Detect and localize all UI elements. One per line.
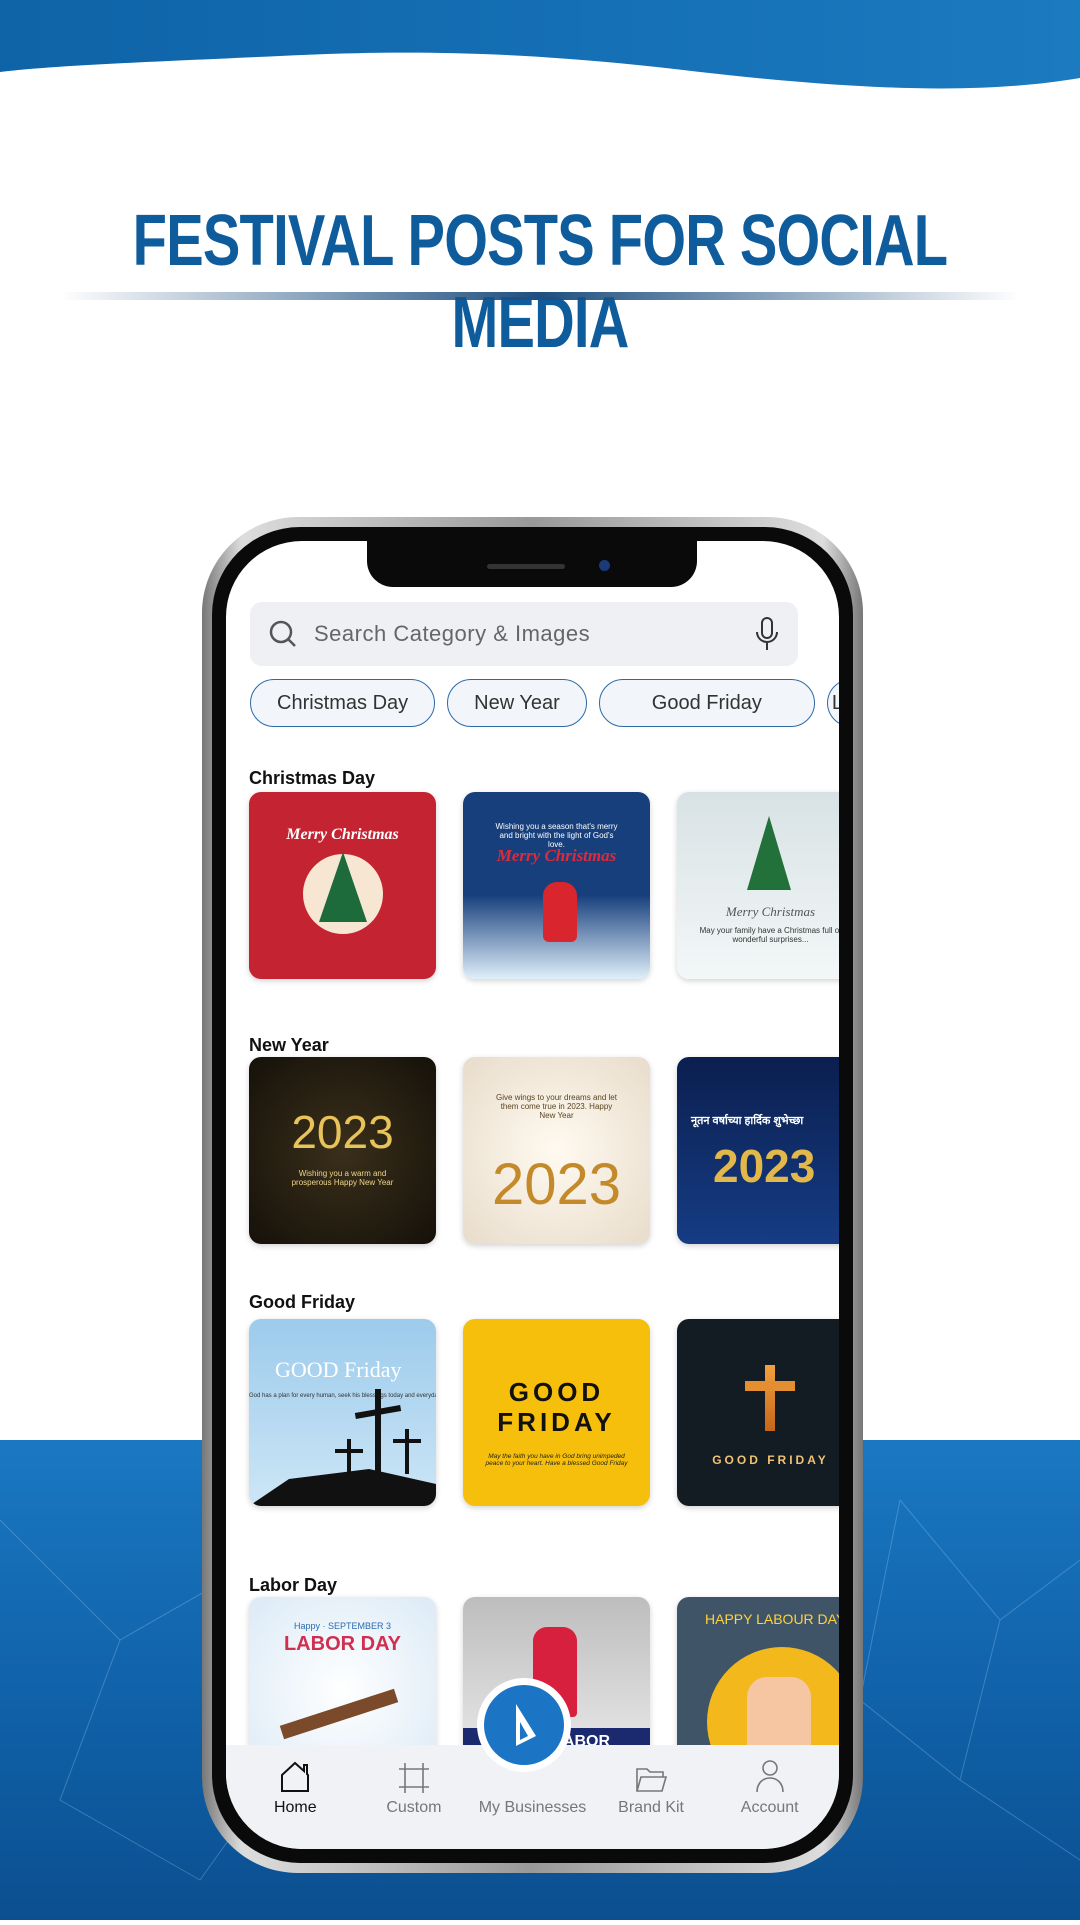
nav-home[interactable]: Home — [240, 1759, 350, 1817]
thumb-row-good-friday: GOOD Friday God has a plan for every hum… — [249, 1319, 839, 1506]
headline: FESTIVAL POSTS FOR SOCIAL MEDIA — [132, 201, 948, 363]
chip-good-friday[interactable]: Good Friday — [598, 679, 815, 727]
christmas-tree-icon — [747, 816, 791, 890]
hammer-illustration — [279, 1688, 399, 1740]
headline-underline — [60, 292, 1020, 300]
section-title-new-year: New Year — [249, 1035, 329, 1055]
template-thumb[interactable]: Give wings to your dreams and let them c… — [463, 1057, 650, 1244]
category-chips: Christmas Day New Year Good Friday L — [250, 679, 839, 727]
template-thumb[interactable]: Merry Christmas — [249, 792, 436, 979]
nav-home-label: Home — [273, 1799, 317, 1816]
top-wave-decoration — [0, 0, 1080, 89]
logo-icon — [516, 1704, 536, 1746]
chip-christmas-day[interactable]: Christmas Day — [250, 679, 436, 727]
chip-labor-day[interactable]: L — [826, 679, 839, 727]
home-icon — [281, 1761, 310, 1792]
notch — [367, 541, 697, 587]
nav-brand-kit-label: Brand Kit — [618, 1799, 684, 1816]
template-thumb[interactable]: GOOD Friday God has a plan for every hum… — [249, 1319, 436, 1506]
chip-new-year[interactable]: New Year — [447, 679, 587, 727]
section-title-good-friday: Good Friday — [249, 1292, 356, 1312]
santa-illustration — [543, 882, 577, 942]
search-input[interactable]: Search Category & Images — [314, 621, 754, 647]
template-thumb[interactable]: नूतन वर्षाच्या हार्दिक शुभेच्छा 2023 — [677, 1057, 839, 1244]
template-thumb[interactable]: GOOD FRIDAY May the faith you have in Go… — [463, 1319, 650, 1506]
nav-my-businesses-label: My Businesses — [478, 1799, 587, 1816]
template-thumb[interactable]: Merry Christmas May your family have a C… — [677, 792, 839, 979]
nav-custom[interactable]: Custom — [359, 1759, 469, 1817]
christmas-tree-icon — [319, 852, 367, 922]
nav-custom-label: Custom — [386, 1799, 442, 1816]
search-bar[interactable]: Search Category & Images — [250, 602, 798, 666]
user-icon — [755, 1760, 784, 1793]
nav-account-label: Account — [740, 1799, 799, 1816]
thumb-row-christmas: Merry Christmas Wishing you a season tha… — [249, 792, 839, 979]
thumb-row-new-year: 2023 Wishing you a warm and prosperous H… — [249, 1057, 839, 1244]
nav-brand-kit[interactable]: Brand Kit — [596, 1759, 706, 1817]
nav-account[interactable]: Account — [715, 1759, 825, 1817]
cross-icon — [765, 1365, 775, 1431]
search-icon — [269, 620, 296, 647]
template-thumb[interactable]: 2023 Wishing you a warm and prosperous H… — [249, 1057, 436, 1244]
crop-icon — [398, 1763, 429, 1793]
folder-icon — [636, 1768, 668, 1792]
template-thumb[interactable]: Wishing you a season that's merry and br… — [463, 792, 650, 979]
my-businesses-fab[interactable] — [484, 1685, 564, 1765]
crosses-silhouette — [249, 1389, 436, 1506]
section-title-christmas: Christmas Day — [249, 768, 376, 788]
app-screen: Search Category & Images Christmas Day Ne… — [226, 541, 839, 1849]
microphone-icon[interactable] — [754, 616, 780, 652]
phone-mockup: Search Category & Images Christmas Day Ne… — [202, 517, 863, 1873]
template-thumb[interactable]: GOOD FRIDAY — [677, 1319, 839, 1506]
camera-icon — [599, 560, 610, 571]
section-title-labor-day: Labor Day — [249, 1575, 338, 1595]
